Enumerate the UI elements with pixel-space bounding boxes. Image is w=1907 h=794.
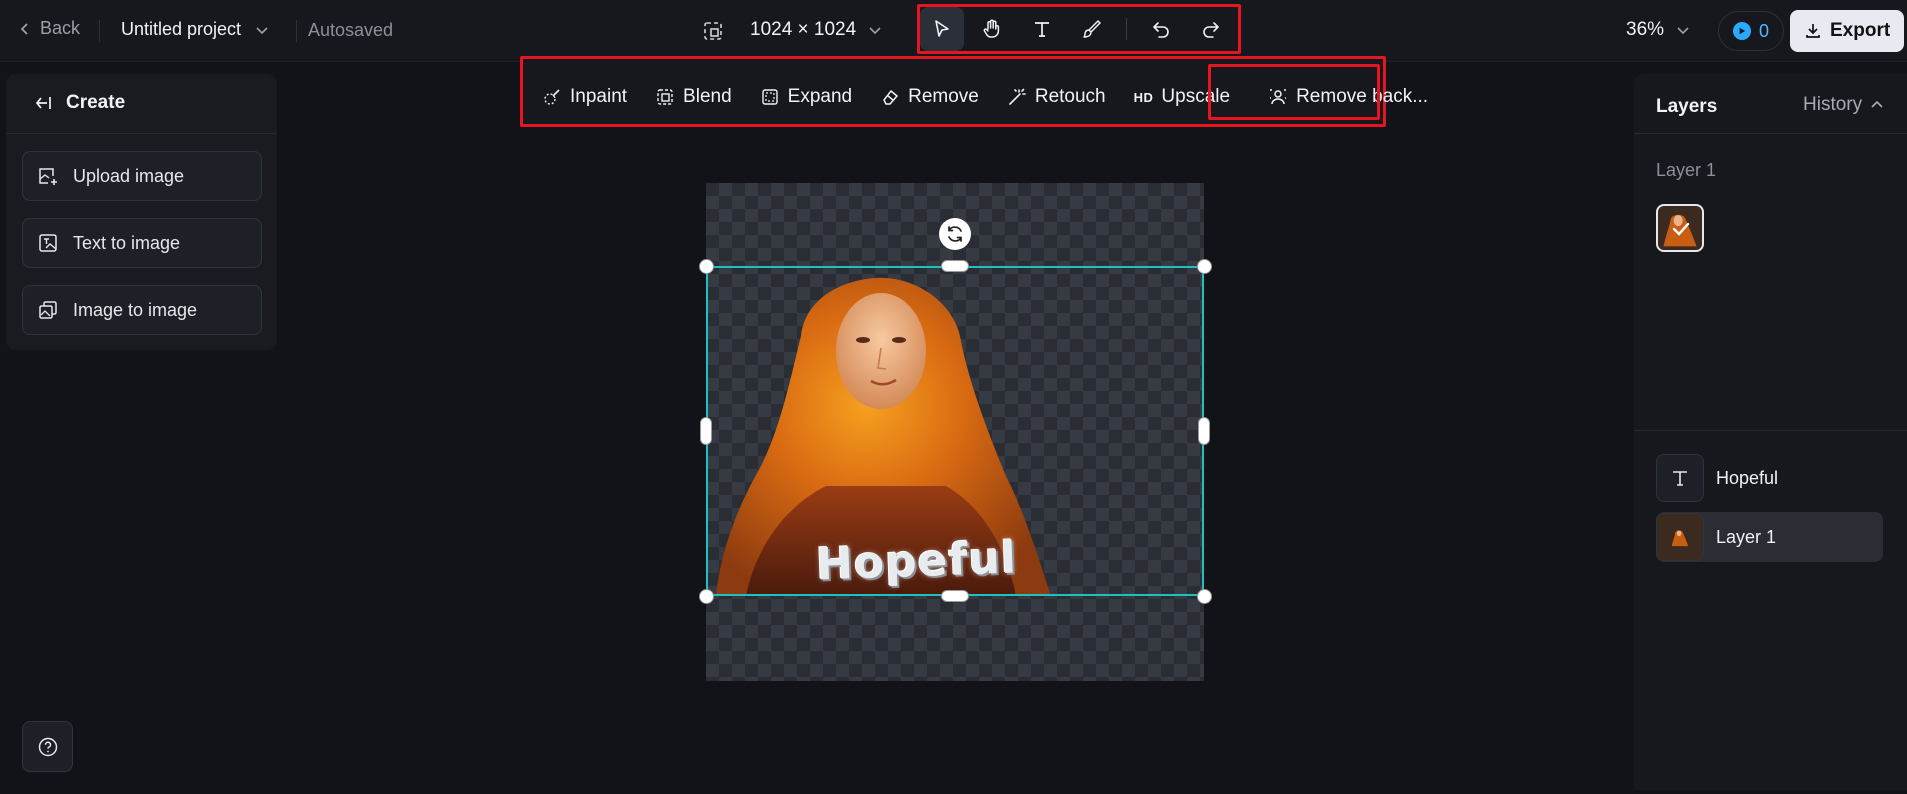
- resize-handle-right[interactable]: [1198, 417, 1210, 445]
- collapse-left-icon: [35, 97, 51, 109]
- resize-handle-left[interactable]: [700, 417, 712, 445]
- tab-history[interactable]: History: [1803, 94, 1884, 116]
- canvas-size-value: 1024 × 1024: [750, 19, 857, 40]
- image-to-image-icon: [39, 301, 57, 319]
- rotate-icon: [948, 226, 962, 242]
- zoom-dropdown[interactable]: 36%: [1626, 19, 1690, 41]
- divider: [6, 133, 277, 134]
- divider: [296, 20, 297, 42]
- create-header[interactable]: Create: [34, 92, 125, 114]
- expand-icon: [761, 89, 778, 105]
- image-to-image-button[interactable]: Image to image: [22, 285, 262, 335]
- divider: [99, 20, 100, 42]
- image-layer-thumbnail: [1656, 513, 1704, 561]
- remove-button[interactable]: Remove: [866, 80, 993, 114]
- upload-image-button[interactable]: Upload image: [22, 151, 262, 201]
- play-icon: [1733, 22, 1751, 40]
- blend-icon: [657, 89, 673, 105]
- credits-badge[interactable]: 0: [1718, 11, 1785, 51]
- layer-row-hopeful[interactable]: Hopeful: [1656, 453, 1883, 503]
- create-title: Create: [66, 92, 126, 113]
- inpaint-icon: [544, 89, 560, 105]
- remove-background-highlight: [1208, 64, 1380, 120]
- resize-handle-bottom-right[interactable]: [1197, 589, 1212, 604]
- divider: [1634, 133, 1907, 134]
- rotate-handle[interactable]: [939, 218, 971, 250]
- chevron-left-icon: [20, 22, 28, 35]
- retouch-label: Retouch: [1034, 86, 1106, 107]
- layer-thumbnail-selected[interactable]: [1656, 204, 1704, 252]
- hd-icon: HD: [1133, 89, 1154, 105]
- chevron-up-icon: [1871, 100, 1883, 108]
- project-name: Untitled project: [121, 19, 242, 39]
- layer-name: Layer 1: [1716, 526, 1777, 547]
- wand-icon: [1009, 88, 1026, 105]
- history-label: History: [1803, 94, 1863, 115]
- upload-image-icon: [39, 168, 57, 185]
- layer-name: Hopeful: [1716, 467, 1779, 488]
- back-label: Back: [40, 18, 81, 38]
- divider: [1634, 430, 1907, 431]
- export-label: Export: [1830, 20, 1891, 41]
- project-name-dropdown[interactable]: Untitled project: [121, 19, 269, 40]
- resize-handle-bottom-left[interactable]: [699, 589, 714, 604]
- download-icon: [1806, 24, 1820, 38]
- inpaint-label: Inpaint: [570, 86, 628, 107]
- remove-label: Remove: [908, 86, 979, 107]
- canvas-size-dropdown[interactable]: 1024 × 1024: [750, 19, 882, 41]
- chevron-down-icon: [256, 26, 268, 34]
- expand-label: Expand: [787, 86, 853, 107]
- back-button[interactable]: Back: [18, 18, 80, 39]
- layer-group-label: Layer 1: [1656, 160, 1717, 180]
- credits-count: 0: [1759, 20, 1770, 41]
- blend-button[interactable]: Blend: [641, 80, 746, 114]
- resize-handle-bottom[interactable]: [941, 590, 969, 602]
- help-button[interactable]: [22, 721, 73, 772]
- resize-handle-top[interactable]: [941, 260, 969, 272]
- text-to-image-button[interactable]: Text to image: [22, 218, 262, 268]
- autosave-status: Autosaved: [308, 20, 394, 40]
- resize-handle-top-right[interactable]: [1197, 259, 1212, 274]
- text-to-image-icon: [39, 234, 57, 252]
- resize-icon[interactable]: [702, 20, 724, 42]
- upload-image-label: Upload image: [73, 165, 185, 186]
- tab-layers[interactable]: Layers: [1656, 96, 1717, 118]
- chevron-down-icon: [1677, 27, 1689, 35]
- text-to-image-label: Text to image: [73, 232, 181, 253]
- chevron-down-icon: [869, 27, 881, 35]
- text-layer-icon: [1656, 454, 1704, 502]
- tool-group-highlight: [917, 4, 1241, 54]
- layer-row-layer-1[interactable]: Layer 1: [1656, 512, 1883, 562]
- expand-button[interactable]: Expand: [746, 80, 866, 114]
- zoom-value: 36%: [1626, 19, 1665, 40]
- image-to-image-label: Image to image: [73, 299, 198, 320]
- selection-box[interactable]: [706, 266, 1204, 596]
- retouch-button[interactable]: Retouch: [993, 80, 1120, 114]
- export-button[interactable]: Export: [1790, 10, 1905, 52]
- resize-handle-top-left[interactable]: [699, 259, 714, 274]
- help-icon: [38, 737, 57, 756]
- eraser-icon: [883, 90, 898, 105]
- blend-label: Blend: [683, 86, 732, 107]
- inpaint-button[interactable]: Inpaint: [528, 80, 641, 114]
- right-panel: [1634, 74, 1907, 790]
- checkmark-icon: [1672, 222, 1690, 236]
